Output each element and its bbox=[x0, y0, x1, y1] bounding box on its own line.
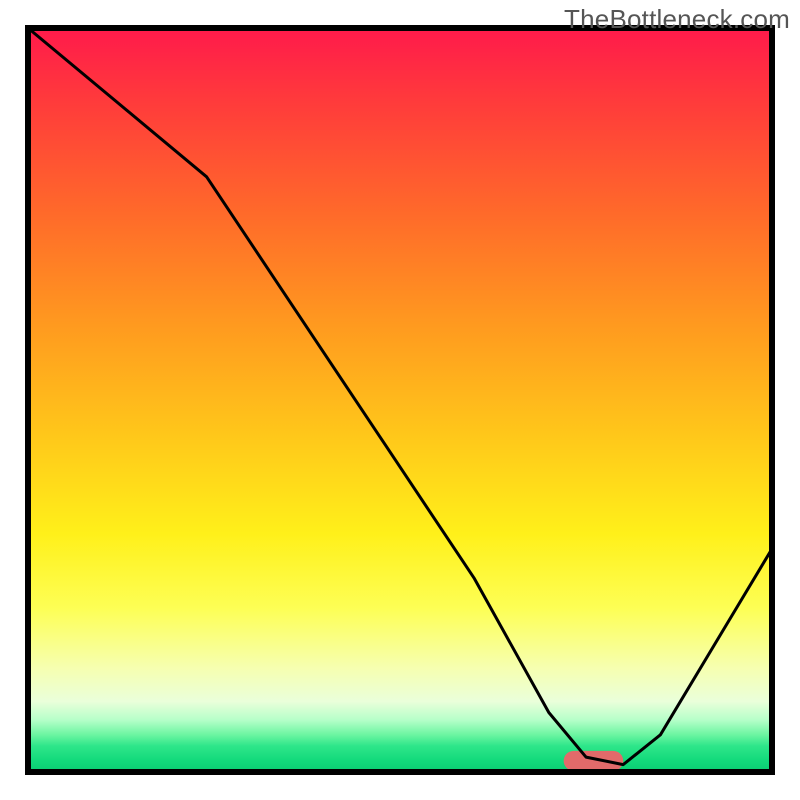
plot-background bbox=[28, 28, 772, 772]
chart-svg bbox=[0, 0, 800, 800]
watermark-text: TheBottleneck.com bbox=[564, 4, 790, 35]
optimum-marker bbox=[564, 751, 624, 771]
bottleneck-chart: TheBottleneck.com bbox=[0, 0, 800, 800]
